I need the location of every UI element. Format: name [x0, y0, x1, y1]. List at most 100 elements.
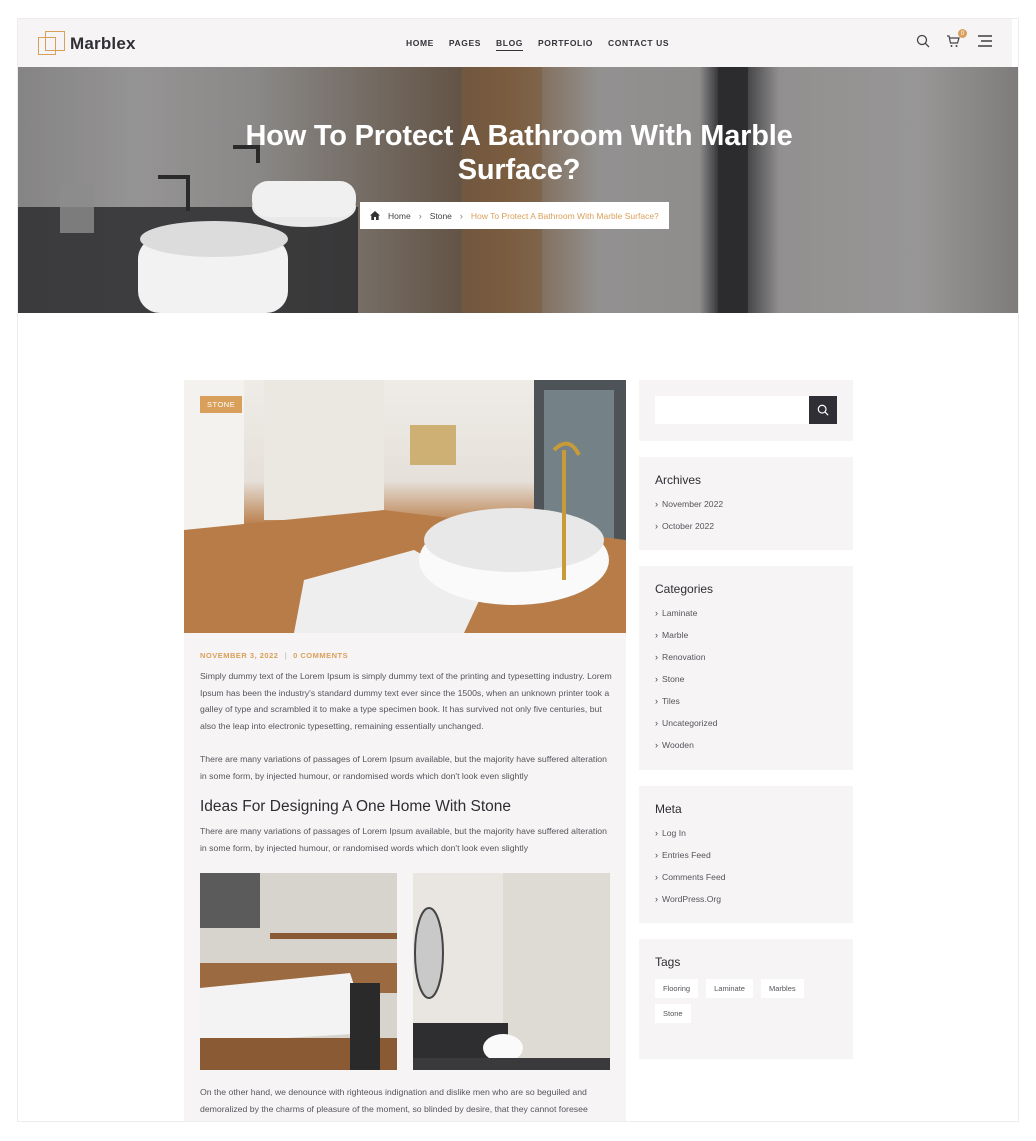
bathroom-image [413, 873, 610, 1070]
meta-item[interactable]: › Entries Feed [655, 844, 726, 866]
meta-list: › Log In › Entries Feed › Comments Feed › Wo… [655, 822, 726, 910]
nav-blog[interactable]: BLOG [496, 38, 524, 51]
chevron-right-icon: › [655, 850, 658, 860]
category-item[interactable]: › Stone [655, 668, 717, 690]
chevron-right-icon: › [655, 718, 658, 728]
breadcrumb: Home › Stone › How To Protect A Bathroom… [360, 202, 669, 229]
page-frame: Marblex HOME PAGES BLOG PORTFOLIO CONTAC… [17, 18, 1019, 1122]
archive-label: November 2022 [662, 499, 724, 509]
category-label: Renovation [662, 652, 706, 662]
breadcrumb-home[interactable]: Home [388, 211, 411, 221]
archives-title: Archives [655, 473, 702, 487]
bathtub-image [184, 380, 626, 633]
categories-title: Categories [655, 582, 714, 596]
meta-item[interactable]: › WordPress.Org [655, 888, 726, 910]
category-item[interactable]: › Renovation [655, 646, 717, 668]
post-paragraph-3: There are many variations of passages of… [200, 826, 607, 853]
archives-widget: Archives › November 2022 › October 2022 [639, 457, 853, 550]
nav-pages[interactable]: PAGES [449, 38, 481, 51]
home-icon [370, 211, 380, 220]
meta-title: Meta [655, 802, 682, 816]
post-date[interactable]: NOVEMBER 3, 2022 [200, 651, 278, 660]
chevron-right-icon: › [655, 696, 658, 706]
meta-label: Entries Feed [662, 850, 711, 860]
cart-icon[interactable]: 0 [946, 29, 967, 50]
categories-widget: Categories › Laminate › Marble › Renovation… [639, 566, 853, 770]
chevron-right-icon: › [655, 740, 658, 750]
category-item[interactable]: › Laminate [655, 602, 717, 624]
logo-text: Marblex [70, 34, 136, 53]
category-item[interactable]: › Tiles [655, 690, 717, 712]
chevron-right-icon: › [655, 652, 658, 662]
category-label: Tiles [662, 696, 680, 706]
page-title-line-1: How To Protect A Bathroom With Marble [245, 120, 793, 152]
post-paragraph-1: Simply dummy text of the Lorem Ipsum is … [200, 671, 612, 731]
nav-home[interactable]: HOME [406, 38, 434, 51]
chevron-right-icon: › [655, 521, 658, 531]
main-nav: HOME PAGES BLOG PORTFOLIO CONTACT US [406, 38, 669, 51]
page-title-line-2: Surface? [457, 154, 581, 186]
chevron-right-icon: › [655, 894, 658, 904]
category-item[interactable]: › Wooden [655, 734, 717, 756]
meta-widget: Meta › Log In › Entries Feed › Comments Fee… [639, 786, 853, 923]
blog-post: STONE NOVEMBER 3, 2022 | 0 COMMENTS Simply… [184, 380, 626, 1121]
category-item[interactable]: › Marble [655, 624, 717, 646]
post-paragraph-2: There are many variations of passages of… [200, 754, 607, 781]
tag-cloud: Flooring Laminate Marbles Stone [655, 979, 845, 1023]
search-icon [817, 404, 829, 416]
chevron-right-icon: › [655, 872, 658, 882]
chevron-right-icon: › [459, 210, 463, 221]
menu-icon[interactable] [976, 34, 992, 50]
tags-widget: Tags Flooring Laminate Marbles Stone [639, 939, 853, 1059]
site-logo[interactable]: Marblex [38, 31, 136, 57]
kitchen-image [200, 873, 397, 1070]
category-label: Wooden [662, 740, 694, 750]
archive-item[interactable]: › October 2022 [655, 515, 723, 537]
chevron-right-icon: › [418, 210, 422, 221]
category-label: Stone [662, 674, 685, 684]
sidebar-search-button[interactable] [809, 396, 837, 424]
tags-title: Tags [655, 955, 681, 969]
chevron-right-icon: › [655, 630, 658, 640]
meta-item[interactable]: › Log In [655, 822, 726, 844]
breadcrumb-stone[interactable]: Stone [430, 211, 452, 221]
post-meta: NOVEMBER 3, 2022 | 0 COMMENTS [200, 651, 349, 660]
meta-label: WordPress.Org [662, 894, 722, 904]
breadcrumb-current: How To Protect A Bathroom With Marble Su… [470, 210, 659, 221]
post-comments[interactable]: 0 COMMENTS [293, 651, 348, 660]
hero-bathroom-image [18, 67, 748, 313]
archives-list: › November 2022 › October 2022 [655, 493, 723, 537]
header-actions: 0 [916, 29, 992, 50]
category-tag[interactable]: STONE [200, 396, 243, 413]
search-widget [639, 380, 853, 441]
logo-mark-icon [38, 31, 65, 57]
nav-portfolio[interactable]: PORTFOLIO [538, 38, 593, 51]
post-paragraph-4: On the other hand, we denounce with righ… [200, 1087, 588, 1114]
tag-item[interactable]: Laminate [706, 979, 753, 998]
tag-item[interactable]: Marbles [760, 979, 804, 998]
search-icon[interactable] [916, 34, 932, 50]
archive-label: October 2022 [662, 521, 715, 531]
category-label: Marble [662, 630, 689, 640]
sidebar-search-input[interactable] [655, 396, 809, 424]
hero-banner: How To Protect A Bathroom With Marble Su… [18, 67, 1018, 313]
meta-label: Comments Feed [662, 872, 726, 882]
category-label: Uncategorized [662, 718, 718, 728]
meta-item[interactable]: › Comments Feed [655, 866, 726, 888]
archive-item[interactable]: › November 2022 [655, 493, 723, 515]
tag-item[interactable]: Stone [655, 1004, 691, 1023]
page-title: How To Protect A Bathroom With Marble Su… [18, 119, 1018, 187]
site-header: Marblex HOME PAGES BLOG PORTFOLIO CONTAC… [18, 19, 1012, 67]
meta-label: Log In [662, 828, 686, 838]
chevron-right-icon: › [655, 674, 658, 684]
categories-list: › Laminate › Marble › Renovation › Stone › Ti… [655, 602, 717, 756]
post-subheading: Ideas For Designing A One Home With Ston… [200, 798, 512, 815]
category-label: Laminate [662, 608, 698, 618]
chevron-right-icon: › [655, 608, 658, 618]
cart-count-badge: 0 [958, 29, 967, 38]
tag-item[interactable]: Flooring [655, 979, 699, 998]
category-item[interactable]: › Uncategorized [655, 712, 717, 734]
chevron-right-icon: › [655, 499, 658, 509]
nav-contact-us[interactable]: CONTACT US [608, 38, 669, 51]
chevron-right-icon: › [655, 828, 658, 838]
